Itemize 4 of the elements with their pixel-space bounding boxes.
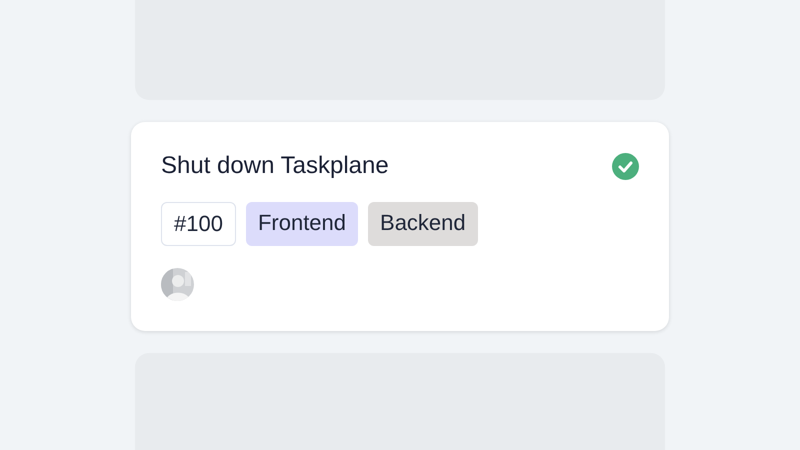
task-id: #100	[161, 202, 236, 246]
task-title: Shut down Taskplane	[161, 152, 389, 180]
tag: Frontend	[246, 202, 358, 246]
tag: Backend	[368, 202, 478, 246]
